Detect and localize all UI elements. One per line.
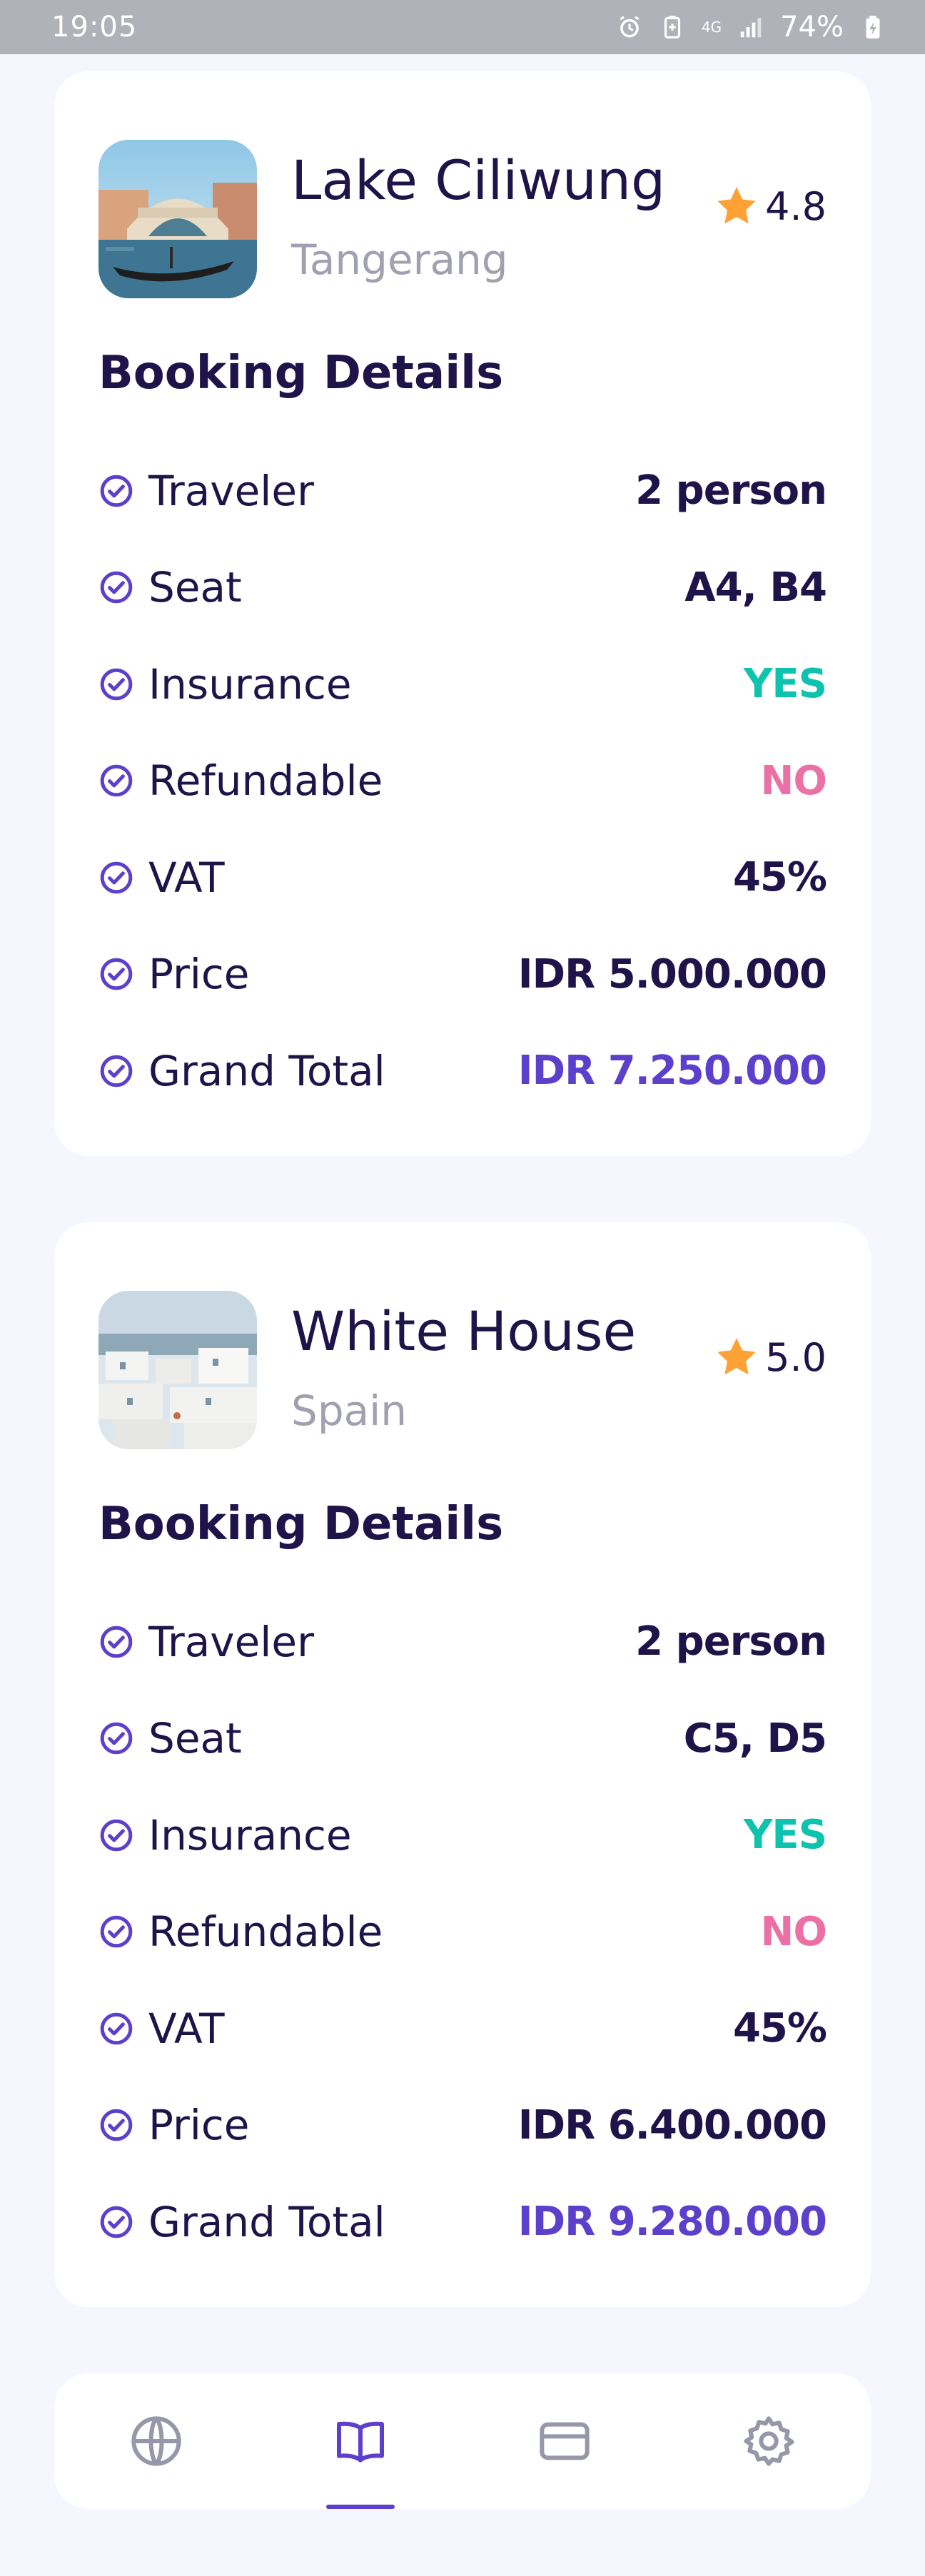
detail-value: NO: [760, 757, 827, 804]
detail-label: Traveler: [148, 466, 314, 515]
detail-value: 2 person: [635, 1618, 827, 1665]
detail-label: Traveler: [148, 1617, 314, 1666]
detail-value: IDR 7.250.000: [517, 1048, 827, 1095]
detail-row-price: Price IDR 5.000.000: [98, 926, 827, 1023]
detail-value: IDR 6.400.000: [517, 2101, 827, 2149]
check-circle-icon: [100, 861, 133, 894]
destination-city: Spain: [291, 1386, 408, 1435]
destination-city: Tangerang: [291, 235, 508, 284]
booking-details-title: Booking Details: [98, 347, 504, 400]
globe-icon: [131, 2416, 181, 2466]
detail-value: 45%: [732, 854, 827, 901]
check-circle-icon: [100, 475, 133, 507]
detail-value: 45%: [732, 2005, 827, 2052]
booking-details-list: Traveler 2 person Seat A4, B4 Insurance …: [98, 442, 827, 1120]
detail-value: YES: [743, 661, 827, 708]
status-time: 19:05: [51, 11, 138, 44]
check-circle-icon: [100, 571, 133, 604]
destination-name: White House: [291, 1299, 637, 1363]
detail-label: Refundable: [148, 756, 383, 806]
star-icon: [717, 1338, 757, 1375]
detail-value: 2 person: [635, 467, 827, 514]
network-type: 4G: [701, 19, 722, 36]
check-circle-icon: [100, 668, 133, 701]
detail-value: A4, B4: [684, 564, 827, 611]
credit-card-icon: [540, 2422, 590, 2460]
battery-percent: 74%: [780, 11, 844, 44]
detail-value: IDR 5.000.000: [517, 950, 827, 998]
check-circle-icon: [100, 1915, 133, 1948]
detail-row-price: Price IDR 6.400.000: [98, 2077, 827, 2174]
check-circle-icon: [100, 2206, 133, 2238]
detail-row-grand-total: Grand Total IDR 7.250.000: [98, 1023, 827, 1120]
detail-row-insurance: Insurance YES: [98, 636, 827, 733]
detail-row-insurance: Insurance YES: [98, 1787, 827, 1884]
detail-label: Seat: [148, 563, 242, 612]
alarm-icon: [620, 16, 640, 38]
booking-details-list: Traveler 2 person Seat C5, D5 Insurance …: [98, 1593, 827, 2271]
destination-thumbnail: [98, 1291, 257, 1449]
nav-item-bookings[interactable]: [303, 2373, 418, 2509]
status-bar: 19:05 4G 74%: [0, 0, 925, 54]
destination-thumbnail: [98, 140, 257, 298]
nav-item-wallet[interactable]: [507, 2373, 622, 2509]
detail-label: VAT: [148, 853, 225, 902]
nav-item-settings[interactable]: [712, 2373, 826, 2509]
booking-card[interactable]: White House Spain 5.0 Booking Details Tr…: [54, 1222, 871, 2307]
detail-row-refundable: Refundable NO: [98, 733, 827, 830]
detail-row-refundable: Refundable NO: [98, 1884, 827, 1981]
detail-value: IDR 9.280.000: [517, 2199, 827, 2246]
detail-label: Insurance: [148, 659, 352, 709]
check-circle-icon: [100, 958, 133, 990]
detail-label: Refundable: [148, 1907, 383, 1957]
bottom-navigation: [54, 2373, 871, 2509]
book-icon: [337, 2421, 384, 2463]
status-icons: 4G 74%: [616, 11, 886, 44]
check-circle-icon: [100, 2109, 133, 2141]
rating-value: 4.8: [765, 183, 827, 229]
venice-image: [98, 140, 257, 298]
santorini-image: [98, 1291, 257, 1449]
booking-details-title: Booking Details: [98, 1498, 504, 1551]
detail-label: Insurance: [148, 1810, 352, 1860]
check-circle-icon: [100, 1722, 133, 1755]
detail-row-seat: Seat A4, B4: [98, 539, 827, 637]
destination-name: Lake Ciliwung: [291, 148, 666, 212]
detail-label: Price: [148, 950, 250, 999]
detail-label: Price: [148, 2101, 250, 2150]
battery-saver-icon: [664, 16, 680, 39]
detail-label: VAT: [148, 2004, 225, 2053]
detail-row-traveler: Traveler 2 person: [98, 442, 827, 539]
star-icon: [717, 187, 757, 224]
detail-value: YES: [743, 1812, 827, 1859]
detail-value: C5, D5: [683, 1715, 827, 1762]
signal-icon: [740, 18, 762, 38]
check-circle-icon: [100, 764, 133, 797]
rating: 4.8: [712, 182, 827, 230]
active-indicator: [326, 2505, 395, 2509]
detail-label: Grand Total: [148, 2197, 385, 2246]
detail-value: NO: [760, 1908, 827, 1955]
battery-charging-icon: [866, 16, 880, 39]
detail-row-traveler: Traveler 2 person: [98, 1593, 827, 1690]
check-circle-icon: [100, 1626, 133, 1658]
detail-row-vat: VAT 45%: [98, 1980, 827, 2077]
detail-row-grand-total: Grand Total IDR 9.280.000: [98, 2174, 827, 2271]
detail-label: Grand Total: [148, 1046, 385, 1095]
check-circle-icon: [100, 2012, 133, 2045]
gear-icon: [744, 2416, 794, 2466]
rating-value: 5.0: [765, 1334, 827, 1380]
booking-card[interactable]: Lake Ciliwung Tangerang 4.8 Booking Deta…: [54, 71, 871, 1156]
nav-item-home[interactable]: [99, 2373, 213, 2509]
check-circle-icon: [100, 1055, 133, 1087]
rating: 5.0: [712, 1333, 827, 1381]
detail-row-vat: VAT 45%: [98, 829, 827, 926]
detail-label: Seat: [148, 1714, 242, 1763]
detail-row-seat: Seat C5, D5: [98, 1690, 827, 1788]
check-circle-icon: [100, 1819, 133, 1852]
